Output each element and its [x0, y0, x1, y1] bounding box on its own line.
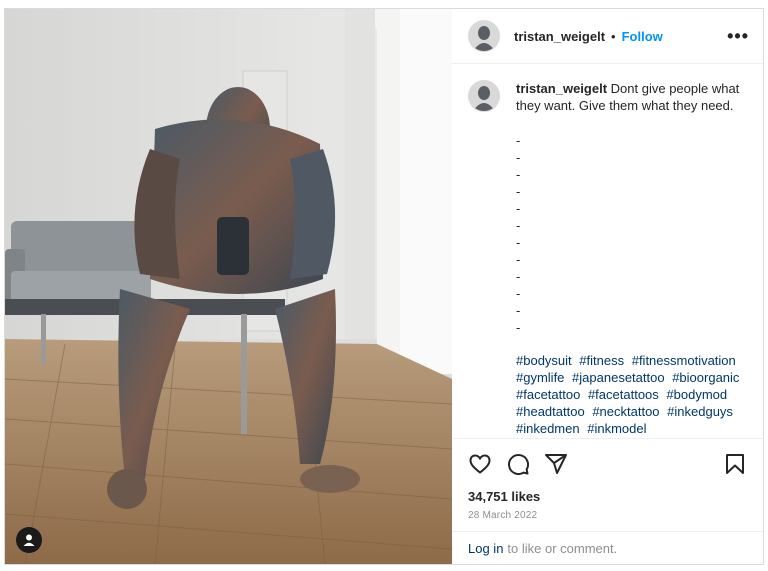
person-icon: [23, 534, 35, 546]
hashtag-link[interactable]: #facetattoos: [588, 387, 659, 402]
separator-dot: •: [611, 28, 616, 44]
hashtag-link[interactable]: #japanesetattoo: [572, 370, 665, 385]
caption-dash: -: [516, 184, 521, 199]
post-sidebar: tristan_weigelt • Follow ••• tristan_wei…: [452, 9, 763, 564]
likes-count[interactable]: 34,751 likes: [452, 489, 763, 507]
follow-button[interactable]: Follow: [622, 29, 663, 44]
post-photo[interactable]: [5, 9, 452, 564]
caption-dash: -: [516, 167, 521, 182]
caption-dash: -: [516, 252, 521, 267]
caption-dash: -: [516, 303, 521, 318]
hashtag-link[interactable]: #fitness: [579, 353, 624, 368]
hashtag-link[interactable]: #inkedmen: [516, 421, 580, 436]
caption-dash: -: [516, 320, 521, 335]
post-header: tristan_weigelt • Follow •••: [452, 9, 763, 64]
hashtag-list: #bodysuit #fitness #fitnessmotivation #g…: [516, 352, 747, 438]
avatar-image: [469, 21, 499, 51]
comment-icon[interactable]: [506, 452, 530, 476]
hashtag-link[interactable]: #gymlife: [516, 370, 564, 385]
caption-dash: -: [516, 201, 521, 216]
caption-dash: -: [516, 235, 521, 250]
login-prompt: Log in to like or comment.: [452, 531, 763, 564]
hashtag-link[interactable]: #inkedguys: [667, 404, 733, 419]
login-text: to like or comment.: [507, 540, 618, 556]
hashtag-link[interactable]: #inkmodel: [587, 421, 646, 436]
photo-illustration: [5, 9, 452, 564]
caption-dashes: - - - - - - - - - - - -: [516, 132, 747, 336]
caption-dash: -: [516, 286, 521, 301]
avatar-image: [469, 81, 499, 111]
hashtag-link[interactable]: #fitnessmotivation: [632, 353, 736, 368]
tagged-user-icon[interactable]: [16, 527, 42, 553]
caption: tristan_weigelt Dont give people what th…: [452, 64, 763, 438]
caption-dash: -: [516, 150, 521, 165]
send-icon[interactable]: [544, 452, 568, 476]
caption-body: tristan_weigelt Dont give people what th…: [516, 80, 747, 438]
bookmark-icon[interactable]: [723, 452, 747, 476]
hashtag-link[interactable]: #facetattoo: [516, 387, 580, 402]
login-link[interactable]: Log in: [468, 541, 503, 556]
caption-dash: -: [516, 218, 521, 233]
hashtag-link[interactable]: #bioorganic: [672, 370, 739, 385]
header-username[interactable]: tristan_weigelt: [514, 29, 605, 44]
avatar[interactable]: [468, 20, 500, 52]
caption-text-line: tristan_weigelt Dont give people what th…: [516, 80, 747, 114]
hashtag-link[interactable]: #bodymod: [666, 387, 727, 402]
caption-avatar[interactable]: [468, 80, 500, 112]
instagram-post: tristan_weigelt • Follow ••• tristan_wei…: [4, 8, 764, 565]
hashtag-link[interactable]: #necktattoo: [592, 404, 659, 419]
action-bar: [452, 438, 763, 489]
hashtag-link[interactable]: #headtattoo: [516, 404, 585, 419]
caption-dash: -: [516, 269, 521, 284]
caption-dash: -: [516, 133, 521, 148]
caption-username[interactable]: tristan_weigelt: [516, 81, 607, 96]
more-horizontal-icon[interactable]: •••: [727, 26, 749, 47]
hashtag-link[interactable]: #bodysuit: [516, 353, 572, 368]
post-date[interactable]: 28 March 2022: [452, 507, 763, 531]
heart-icon[interactable]: [468, 452, 492, 476]
